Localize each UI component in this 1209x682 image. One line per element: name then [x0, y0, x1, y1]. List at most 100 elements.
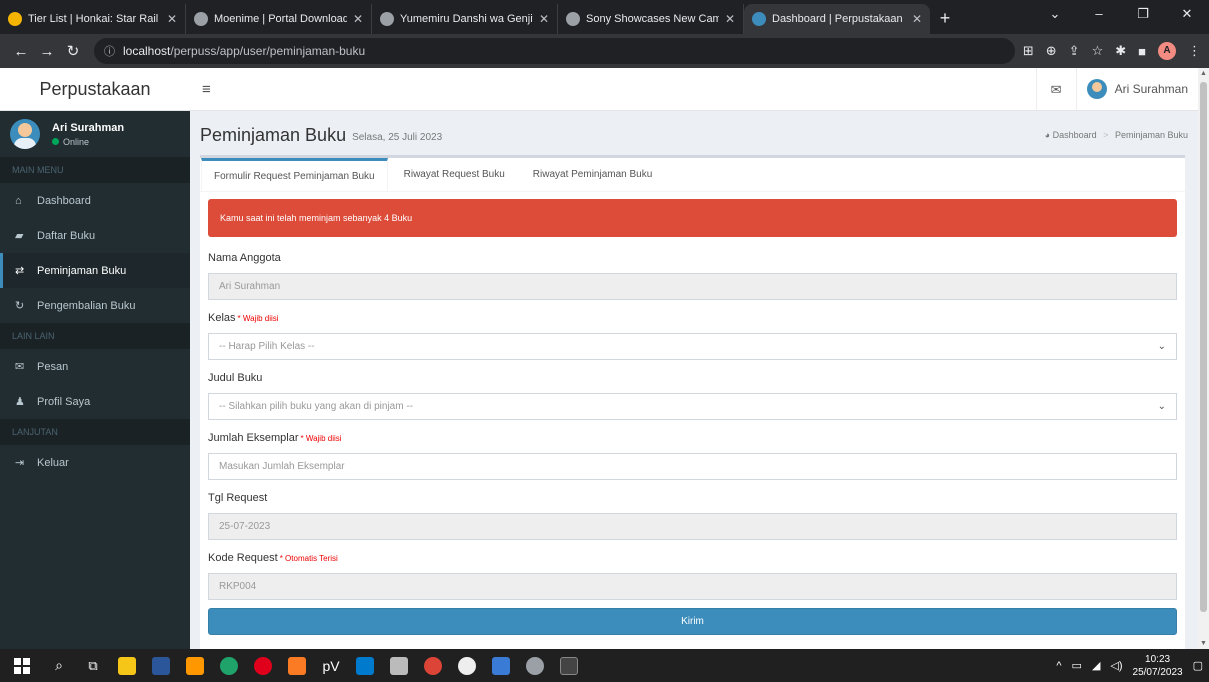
sidebar-item-profil[interactable]: ♟ Profil Saya: [0, 384, 190, 419]
user-menu[interactable]: Ari Surahman: [1075, 68, 1198, 110]
notifications-icon[interactable]: ▢: [1193, 659, 1203, 672]
scroll-down-icon[interactable]: ▼: [1200, 640, 1207, 647]
browser-tab-active[interactable]: Dashboard | Perpustakaan SI ✕: [744, 4, 930, 34]
submit-button[interactable]: Kirim: [208, 608, 1177, 635]
sidebar-user-panel: Ari Surahman Online: [0, 111, 190, 157]
sidebar-item-dashboard[interactable]: ⌂ Dashboard: [0, 183, 190, 218]
judul-select[interactable]: -- Silahkan pilih buku yang akan di pinj…: [208, 393, 1177, 420]
browser-tab-bar: Tier List | Honkai: Star Rail | P ✕ Moen…: [0, 0, 1209, 34]
sidebar-item-pesan[interactable]: ✉ Pesan: [0, 349, 190, 384]
edge-icon[interactable]: [214, 649, 244, 682]
share-icon[interactable]: ⇪: [1069, 43, 1080, 59]
network-icon[interactable]: ▭: [1072, 659, 1082, 672]
sidebar: Ari Surahman Online MAIN MENU ⌂ Dashboard…: [0, 111, 190, 649]
chat-app-icon[interactable]: [452, 649, 482, 682]
online-dot-icon: [52, 137, 59, 145]
reload-icon[interactable]: ↻: [60, 42, 86, 60]
exchange-icon: ⇄: [15, 265, 25, 277]
vscode-icon[interactable]: [350, 649, 380, 682]
media-app-icon[interactable]: [384, 649, 414, 682]
avatar: [10, 119, 40, 149]
extensions-icon[interactable]: ✱: [1115, 43, 1126, 59]
minimize-button[interactable]: –: [1077, 0, 1121, 34]
kelas-select[interactable]: -- Harap Pilih Kelas -- ⌄: [208, 333, 1177, 360]
forward-icon[interactable]: →: [34, 43, 60, 60]
close-tab-icon[interactable]: ✕: [725, 12, 735, 26]
close-tab-icon[interactable]: ✕: [539, 12, 549, 26]
user-status: Online: [52, 137, 124, 147]
browser-tab[interactable]: Tier List | Honkai: Star Rail | P ✕: [0, 4, 186, 34]
back-icon[interactable]: ←: [8, 43, 34, 60]
sidebar-toggle-icon[interactable]: ≡: [202, 81, 211, 98]
user-menu-name: Ari Surahman: [1114, 82, 1188, 96]
chevron-down-icon: ⌄: [1157, 401, 1166, 412]
browser-menu-icon[interactable]: ⋮: [1188, 43, 1201, 59]
scroll-up-icon[interactable]: ▲: [1200, 70, 1207, 77]
judul-label: Judul Buku: [208, 372, 263, 384]
auto-fill-note: * Otomatis Terisi: [279, 554, 338, 563]
browser-tab[interactable]: Sony Showcases New Camer ✕: [558, 4, 744, 34]
mail-icon[interactable]: ✉: [1035, 68, 1076, 110]
breadcrumb-link[interactable]: Dashboard: [1053, 130, 1097, 140]
sidebar-item-keluar[interactable]: ⇥ Keluar: [0, 445, 190, 480]
tab-riwayat-request[interactable]: Riwayat Request Buku: [392, 158, 517, 191]
app-logo[interactable]: Perpustakaan: [0, 68, 190, 111]
start-button[interactable]: [0, 657, 44, 674]
windows-taskbar: ⌕ ⧉ pV ^ ▭ ◢ ◁) 10:23 25/07/2023 ▢: [0, 649, 1209, 682]
tab-favicon-icon: [380, 12, 394, 26]
page-scrollbar[interactable]: ▲ ▼: [1198, 68, 1209, 649]
sidebar-item-daftar-buku[interactable]: ▰ Daftar Buku: [0, 218, 190, 253]
search-icon[interactable]: ⌕: [44, 649, 74, 682]
translate-icon[interactable]: ⊞: [1023, 43, 1034, 59]
url-input[interactable]: ⓘ localhost /perpuss/app/user/peminjaman…: [94, 38, 1015, 64]
sidebar-header-lanjutan: LANJUTAN: [0, 419, 190, 445]
kode-field: RKP004: [208, 573, 1177, 600]
refresh-icon: ↻: [15, 300, 25, 312]
site-info-icon[interactable]: ⓘ: [104, 43, 115, 59]
close-window-button[interactable]: ✕: [1165, 0, 1209, 34]
chrome-icon[interactable]: [418, 649, 448, 682]
sidebar-item-pengembalian-buku[interactable]: ↻ Pengembalian Buku: [0, 288, 190, 323]
scrollbar-thumb[interactable]: [1200, 82, 1207, 612]
postman-icon[interactable]: [520, 649, 550, 682]
app-icon[interactable]: [486, 649, 516, 682]
opera-icon[interactable]: [248, 649, 278, 682]
window-controls: ⌄ – ❐ ✕: [1033, 0, 1209, 34]
terminal-icon[interactable]: [554, 649, 584, 682]
word-icon[interactable]: [146, 649, 176, 682]
restore-button[interactable]: ❐: [1121, 0, 1165, 34]
clock-time: 10:23: [1145, 653, 1171, 665]
pv-icon[interactable]: pV: [316, 649, 346, 682]
tab-riwayat-peminjaman[interactable]: Riwayat Peminjaman Buku: [521, 158, 665, 191]
required-note: * Wajib diisi: [300, 434, 342, 443]
wifi-icon[interactable]: ◢: [1092, 659, 1100, 672]
browser-tab[interactable]: Moenime | Portal Download ✕: [186, 4, 372, 34]
close-tab-icon[interactable]: ✕: [167, 12, 177, 26]
side-panel-icon[interactable]: ■: [1138, 44, 1146, 59]
sidebar-user-name: Ari Surahman: [52, 121, 125, 134]
close-tab-icon[interactable]: ✕: [353, 12, 363, 26]
sublime-icon[interactable]: [180, 649, 210, 682]
new-tab-button[interactable]: +: [930, 4, 960, 34]
tab-title: Sony Showcases New Camer: [586, 13, 719, 25]
close-tab-icon[interactable]: ✕: [912, 12, 922, 26]
jumlah-input[interactable]: Masukan Jumlah Eksemplar: [208, 453, 1177, 480]
kelas-label: Kelas * Wajib diisi: [208, 312, 279, 324]
user-icon: ♟: [15, 396, 25, 408]
task-view-icon[interactable]: ⧉: [78, 649, 108, 682]
profile-avatar[interactable]: A: [1158, 42, 1176, 60]
breadcrumb-current: Peminjaman Buku: [1114, 130, 1188, 140]
tray-chevron-icon[interactable]: ^: [1056, 660, 1061, 672]
alert-danger: Kamu saat ini telah meminjam sebanyak 4 …: [208, 199, 1177, 237]
clock[interactable]: 10:23 25/07/2023: [1133, 653, 1183, 679]
zoom-icon[interactable]: ⊕: [1046, 43, 1057, 59]
volume-icon[interactable]: ◁): [1110, 659, 1122, 672]
xampp-icon[interactable]: [282, 649, 312, 682]
avatar: [1086, 79, 1107, 99]
tab-search-icon[interactable]: ⌄: [1033, 0, 1077, 34]
tab-formulir-request[interactable]: Formulir Request Peminjaman Buku: [201, 158, 388, 191]
browser-tab[interactable]: Yumemiru Danshi wa Genjits ✕: [372, 4, 558, 34]
file-explorer-icon[interactable]: [112, 649, 142, 682]
sidebar-item-peminjaman-buku[interactable]: ⇄ Peminjaman Buku: [0, 253, 190, 288]
bookmark-star-icon[interactable]: ☆: [1092, 43, 1104, 59]
